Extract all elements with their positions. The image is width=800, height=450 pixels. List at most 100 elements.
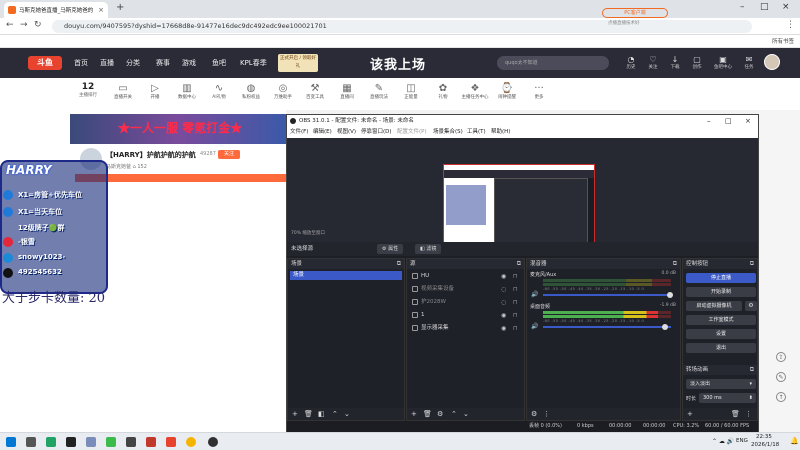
start-icon[interactable] <box>6 437 16 447</box>
visibility-eye-icon[interactable]: ◉ <box>501 323 506 334</box>
undock-icon[interactable]: ⧉ <box>750 365 754 375</box>
properties-button[interactable]: ⚙ 属性 <box>377 244 404 254</box>
obs-taskbar-icon[interactable] <box>208 437 218 447</box>
toolbar-item[interactable]: ··· 更多 <box>524 83 554 100</box>
toolbar-item[interactable]: ▷ 开播 <box>140 83 170 100</box>
transition-menu-icon[interactable]: ⋮ <box>745 410 752 418</box>
speaker-icon[interactable]: 🔊 <box>531 323 538 330</box>
nav-kpl[interactable]: KPL春季 <box>240 58 267 68</box>
visibility-eye-icon[interactable]: ◉ <box>501 271 506 282</box>
source-item[interactable]: 视频采集设备 ◌ ⊓ <box>409 284 523 295</box>
app-icon[interactable] <box>126 437 136 447</box>
menu-file[interactable]: 文件(F) <box>290 127 308 138</box>
obs-minimize-icon[interactable]: – <box>707 115 711 127</box>
app-icon[interactable] <box>46 437 56 447</box>
mixer-settings-icon[interactable]: ⚙ <box>531 410 537 418</box>
terminal-icon[interactable] <box>26 437 36 447</box>
new-tab-icon[interactable]: + <box>116 2 124 13</box>
undock-icon[interactable]: ⧉ <box>397 259 401 269</box>
fishbar-center-button[interactable]: ▣ 鱼吧中心 <box>712 55 734 70</box>
notification-icon[interactable]: 🔔 <box>790 437 799 445</box>
lock-icon[interactable]: ⊓ <box>513 323 518 334</box>
nav-events[interactable]: 赛事 <box>156 58 170 68</box>
create-button[interactable]: ▢ 创作 <box>686 55 708 70</box>
douyu-logo[interactable]: 斗鱼 <box>28 56 62 70</box>
move-down-icon[interactable]: ⌄ <box>344 410 350 418</box>
search-input[interactable]: quqo太不知道 <box>497 56 609 70</box>
desktop-volume-slider[interactable] <box>543 326 671 328</box>
menu-docks[interactable]: 停靠窗口(D) <box>361 127 392 138</box>
duration-input[interactable]: 300 ms ⬍ <box>699 393 756 403</box>
rank-counter[interactable]: 12 主播排行 <box>70 82 106 98</box>
visibility-eye-icon[interactable]: ◉ <box>501 310 506 321</box>
virtual-camera-settings-icon[interactable]: ⚙ <box>745 301 757 311</box>
close-window-icon[interactable]: × <box>782 2 790 12</box>
lock-icon[interactable]: ⊓ <box>513 284 518 295</box>
toolbar-item[interactable]: ⚒ 百变工具 <box>300 83 330 100</box>
nav-fishbar[interactable]: 鱼吧 <box>212 58 226 68</box>
preview-canvas[interactable] <box>443 164 595 250</box>
app-icon[interactable] <box>86 437 96 447</box>
browser-tab[interactable]: 马斯克她爸直播_马斯克她爸的 × <box>4 2 108 18</box>
toolbar-item[interactable]: ▭ 直播开关 <box>108 83 138 100</box>
nav-games[interactable]: 游戏 <box>182 58 196 68</box>
toolbar-item[interactable]: ❖ 主播任务中心 <box>460 83 490 100</box>
douyu-taskbar-icon[interactable] <box>166 437 176 447</box>
start-recording-button[interactable]: 开始录制 <box>686 287 756 297</box>
input-language[interactable]: ENG <box>736 438 748 444</box>
url-input[interactable]: douyu.com/9407595?dyshid=17668d8e-91477e… <box>52 20 752 33</box>
remove-scene-icon[interactable]: 🗑 <box>304 410 313 418</box>
toolbar-item[interactable]: ▥ 数据中心 <box>172 83 202 100</box>
source-item[interactable]: 1 ◉ ⊓ <box>409 310 523 321</box>
settings-button[interactable]: 设置 <box>686 329 756 339</box>
nav-category[interactable]: 分类 <box>126 58 140 68</box>
feedback-icon[interactable]: ✎ <box>776 372 786 382</box>
exit-button[interactable]: 退出 <box>686 343 756 353</box>
remove-source-icon[interactable]: 🗑 <box>423 410 432 418</box>
mic-volume-knob[interactable] <box>667 292 673 298</box>
promo-badge[interactable]: 正式开启 / 领取好礼 <box>278 54 318 72</box>
menu-help[interactable]: 帮助(H) <box>491 127 510 138</box>
undock-icon[interactable]: ⧉ <box>673 259 677 269</box>
lock-icon[interactable]: ⊓ <box>513 297 518 308</box>
source-item[interactable]: 显示器采集 ◉ ⊓ <box>409 323 523 334</box>
source-item[interactable]: HU ◉ ⊓ <box>409 271 523 282</box>
clock-date[interactable]: 2026/1/18 <box>751 442 779 448</box>
reload-icon[interactable]: ↻ <box>34 20 42 30</box>
add-source-icon[interactable]: + <box>411 410 417 418</box>
obs-preview[interactable] <box>287 138 758 250</box>
hidden-eye-icon[interactable]: ◌ <box>501 284 506 295</box>
toolbar-item[interactable]: ◎ 万维助手 <box>268 83 298 100</box>
app-icon[interactable] <box>106 437 116 447</box>
move-up-icon[interactable]: ⌃ <box>451 410 457 418</box>
chrome-icon[interactable] <box>186 437 196 447</box>
transition-select[interactable]: 淡入淡出 ▾ <box>686 379 756 389</box>
nav-live[interactable]: 直播 <box>100 58 114 68</box>
mixer-menu-icon[interactable]: ⋮ <box>543 410 550 418</box>
scroll-top-icon[interactable]: ↑ <box>776 392 786 402</box>
toolbar-item[interactable]: ∿ AI礼物 <box>204 83 234 100</box>
tasks-button[interactable]: ✉ 任务 <box>738 55 760 70</box>
follow-button[interactable]: 关注 <box>218 150 240 159</box>
tray-icons[interactable]: ⌃ ☁ 🔊 <box>712 438 734 445</box>
toolbar-item[interactable]: ◫ 正能量 <box>396 83 426 100</box>
add-scene-icon[interactable]: + <box>292 410 298 418</box>
pc-client-button[interactable]: PC客户端 <box>602 8 668 18</box>
scene-item[interactable]: 场景 <box>290 271 402 280</box>
menu-scene-collection[interactable]: 场景集合(S) <box>433 127 463 138</box>
stop-streaming-button[interactable]: 停止直播 <box>686 273 756 283</box>
menu-tools[interactable]: 工具(T) <box>467 127 486 138</box>
toolbar-item[interactable]: ✿ 礼物 <box>428 83 458 100</box>
all-bookmarks[interactable]: 所有书签 <box>772 37 794 45</box>
back-icon[interactable]: ← <box>6 20 14 30</box>
obs-maximize-icon[interactable]: □ <box>725 115 732 127</box>
source-item[interactable]: 护2028W ◌ ⊓ <box>409 297 523 308</box>
preview-zoom[interactable]: 70% 缩放至窗口 <box>291 230 325 236</box>
minimize-icon[interactable]: – <box>740 2 745 12</box>
mic-volume-slider[interactable] <box>543 294 671 296</box>
menu-icon[interactable]: ⋮ <box>786 20 795 30</box>
toolbar-item[interactable]: ▦ 直播间 <box>332 83 362 100</box>
undock-icon[interactable]: ⧉ <box>517 259 521 269</box>
forward-icon[interactable]: → <box>20 20 28 30</box>
share-icon[interactable]: ⇪ <box>776 352 786 362</box>
